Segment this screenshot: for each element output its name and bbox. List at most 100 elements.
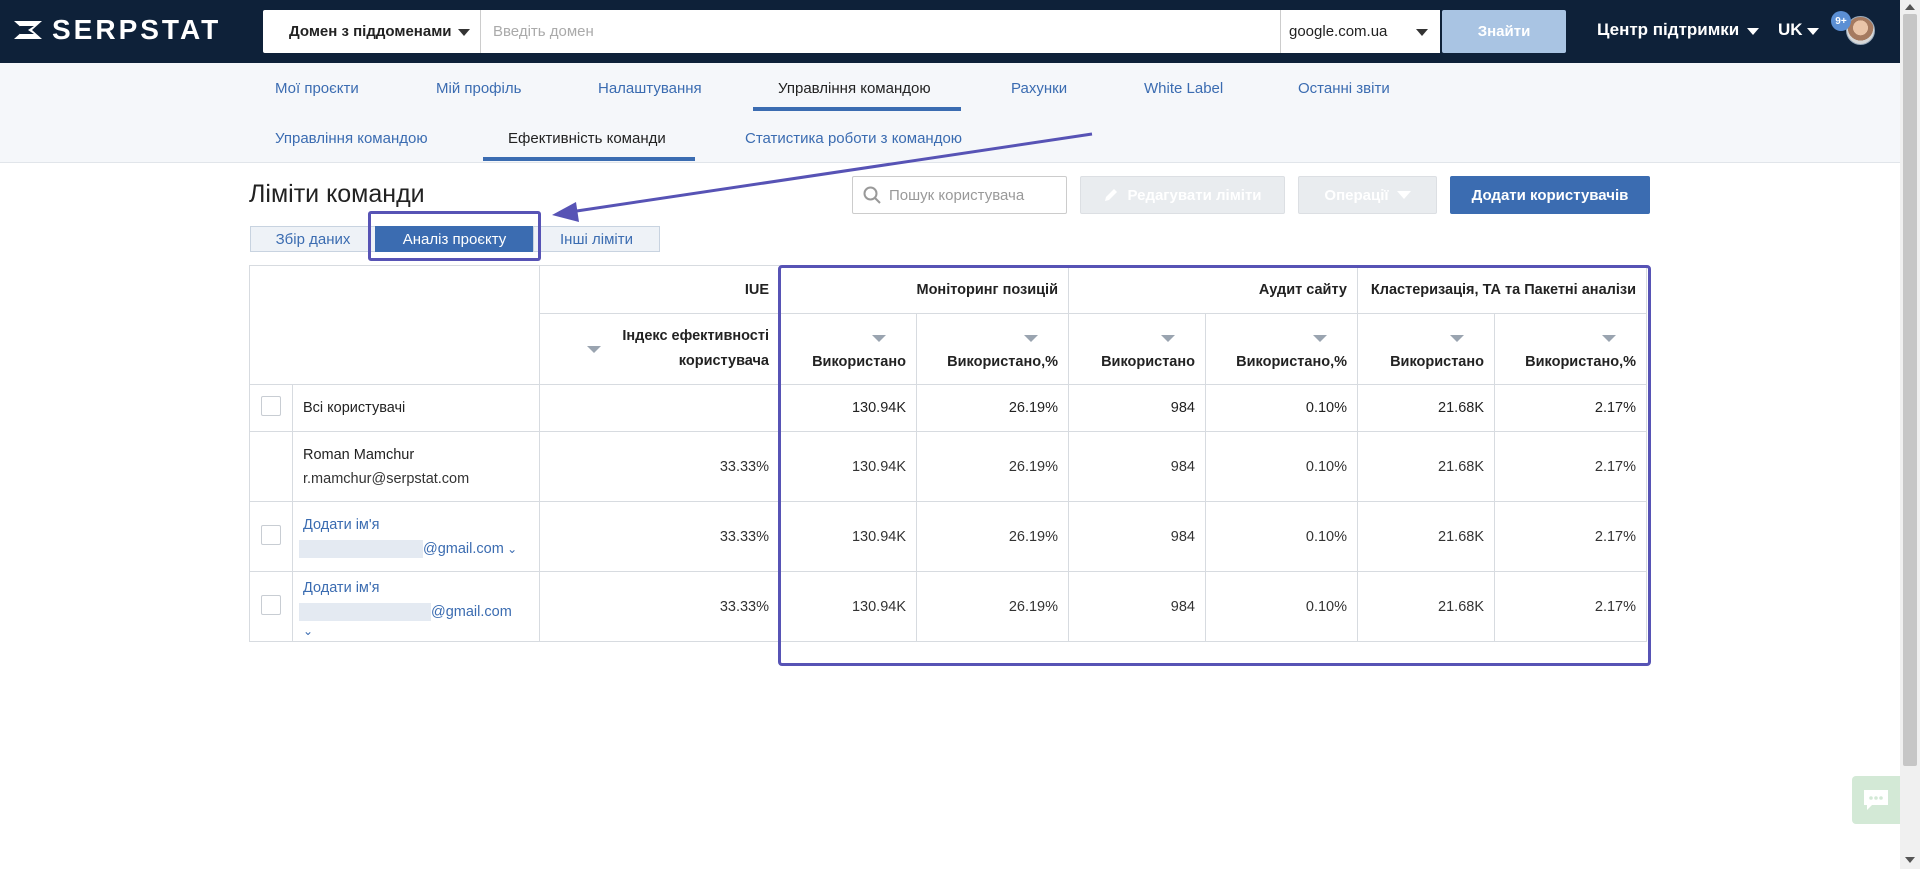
domain-mode-select[interactable]: Домен з піддоменами — [263, 10, 481, 53]
subnav-team-management[interactable]: Управління командою — [275, 130, 428, 147]
cell-value: 984 — [1068, 501, 1206, 572]
cell-value: 21.68K — [1357, 501, 1495, 572]
tab-other-limits[interactable]: Інші ліміти — [533, 226, 660, 252]
total-iue — [539, 384, 780, 432]
edit-limits-label: Редагувати ліміти — [1127, 186, 1262, 204]
column-header-used-pct[interactable]: Використано,% — [1205, 313, 1358, 385]
row-checkbox[interactable] — [261, 524, 281, 545]
cell-value: 21.68K — [1357, 431, 1495, 502]
column-header-used[interactable]: Використано — [1068, 313, 1206, 385]
language-value: UK — [1778, 20, 1803, 39]
operations-dropdown[interactable]: Операції — [1298, 176, 1437, 214]
nav-invoices[interactable]: Рахунки — [1011, 80, 1067, 97]
redacted-email — [299, 539, 423, 558]
column-header-used[interactable]: Використано — [779, 313, 917, 385]
edit-limits-button[interactable]: Редагувати ліміти — [1080, 176, 1285, 214]
cell-value: 984 — [1068, 431, 1206, 502]
support-label: Центр підтримки — [1597, 20, 1740, 39]
column-header-used-pct[interactable]: Використано,% — [1494, 313, 1647, 385]
group-header-clustering: Кластеризація, ТА та Пакетні аналізи — [1357, 265, 1647, 314]
serpstat-logo[interactable]: SERPSTAT — [12, 14, 221, 46]
active-subtab-indicator — [483, 157, 695, 161]
notification-badge[interactable]: 9+ — [1831, 11, 1851, 31]
column-header-used[interactable]: Використано — [1357, 313, 1495, 385]
add-name-link[interactable]: Додати ім'я — [303, 513, 529, 537]
user-cell: Додати ім'я @gmail.com ⌄ — [292, 501, 540, 572]
table-row-total: Всі користувачі 130.94K 26.19% 984 0.10%… — [249, 384, 1647, 432]
tab-annotation-highlight — [368, 211, 541, 261]
cell-value: 0.10% — [1205, 384, 1358, 432]
domain-input[interactable] — [481, 10, 1280, 53]
cell-value: 0.10% — [1205, 501, 1358, 572]
user-cell: Додати ім'я @gmail.com ⌄ — [292, 571, 540, 642]
chat-button[interactable] — [1852, 776, 1900, 824]
chat-icon — [1864, 790, 1888, 810]
nav-my-profile[interactable]: Мій профіль — [436, 80, 521, 97]
table-row: Додати ім'я @gmail.com ⌄ 33.33% 130.94K … — [249, 501, 1647, 572]
nav-recent-reports[interactable]: Останні звіти — [1298, 80, 1390, 97]
language-select[interactable]: UK — [1778, 20, 1819, 40]
search-engine-select[interactable]: google.com.ua — [1280, 10, 1440, 53]
cell-value: 21.68K — [1357, 384, 1495, 432]
user-search-input[interactable]: Пошук користувача — [852, 176, 1067, 214]
scroll-thumb[interactable] — [1903, 14, 1917, 766]
sort-icon[interactable] — [1313, 334, 1327, 342]
tab-data-collection[interactable]: Збір даних — [250, 226, 376, 252]
find-button[interactable]: Знайти — [1442, 10, 1566, 53]
pencil-icon — [1105, 189, 1118, 201]
nav-settings[interactable]: Налаштування — [598, 80, 702, 97]
column-header-used-pct[interactable]: Використано,% — [916, 313, 1069, 385]
search-icon — [863, 186, 881, 204]
active-tab-indicator — [753, 107, 961, 111]
add-name-link[interactable]: Додати ім'я — [303, 576, 529, 600]
sort-icon[interactable] — [1602, 334, 1616, 342]
nav-white-label[interactable]: White Label — [1144, 80, 1223, 97]
search-engine-value: google.com.ua — [1289, 23, 1388, 40]
subnav-team-statistics[interactable]: Статистика роботи з командою — [745, 130, 962, 147]
column-header-iue[interactable]: Індекс ефективності користувача — [539, 313, 780, 385]
sort-icon[interactable] — [1450, 334, 1464, 342]
operations-label: Операції — [1324, 186, 1389, 204]
user-email: r.mamchur@serpstat.com — [303, 470, 470, 487]
scroll-down-icon[interactable] — [1905, 857, 1915, 863]
cell-iue: 33.33% — [539, 571, 780, 642]
cell-value: 2.17% — [1494, 501, 1647, 572]
user-search-placeholder: Пошук користувача — [889, 186, 1025, 204]
cell-value: 2.17% — [1494, 431, 1647, 502]
page-title: Ліміти команди — [249, 180, 425, 208]
sort-icon[interactable] — [587, 345, 601, 353]
cell-iue: 33.33% — [539, 501, 780, 572]
add-users-button[interactable]: Додати користувачів — [1450, 176, 1650, 214]
cell-value: 130.94K — [779, 384, 917, 432]
cell-value: 130.94K — [779, 501, 917, 572]
sort-icon[interactable] — [1161, 334, 1175, 342]
sort-icon[interactable] — [872, 334, 886, 342]
user-cell: Roman Mamchur r.mamchur@serpstat.com — [292, 431, 540, 502]
group-header-iue: IUE — [539, 265, 780, 314]
chevron-down-icon — [458, 29, 470, 36]
table-corner-cell — [249, 265, 540, 385]
select-all-checkbox[interactable] — [261, 396, 281, 416]
support-center-menu[interactable]: Центр підтримки — [1597, 20, 1760, 40]
chevron-down-icon[interactable]: ⌄ — [504, 542, 517, 556]
subnav-team-efficiency[interactable]: Ефективність команди — [508, 130, 666, 147]
cell-value: 0.10% — [1205, 431, 1358, 502]
limits-table: IUE Моніторинг позицій Аудит сайту Класт… — [249, 265, 1647, 642]
cell-value: 984 — [1068, 384, 1206, 432]
cell-value: 0.10% — [1205, 571, 1358, 642]
redacted-email — [299, 602, 431, 621]
logo-icon — [14, 21, 42, 39]
nav-my-projects[interactable]: Мої проєкти — [275, 80, 359, 97]
nav-team-management[interactable]: Управління командою — [778, 80, 931, 97]
chevron-down-icon — [1416, 29, 1428, 36]
user-email[interactable]: @gmail.com — [431, 604, 512, 620]
scroll-up-icon[interactable] — [1905, 4, 1915, 10]
sort-icon[interactable] — [1024, 334, 1038, 342]
logo-text: SERPSTAT — [52, 14, 222, 45]
chevron-down-icon[interactable]: ⌄ — [303, 624, 529, 638]
domain-mode-value: Домен з піддоменами — [289, 23, 452, 40]
user-email[interactable]: @gmail.com — [423, 541, 504, 557]
cell-value: 130.94K — [779, 571, 917, 642]
row-checkbox[interactable] — [261, 594, 281, 615]
chevron-down-icon — [1806, 28, 1819, 35]
